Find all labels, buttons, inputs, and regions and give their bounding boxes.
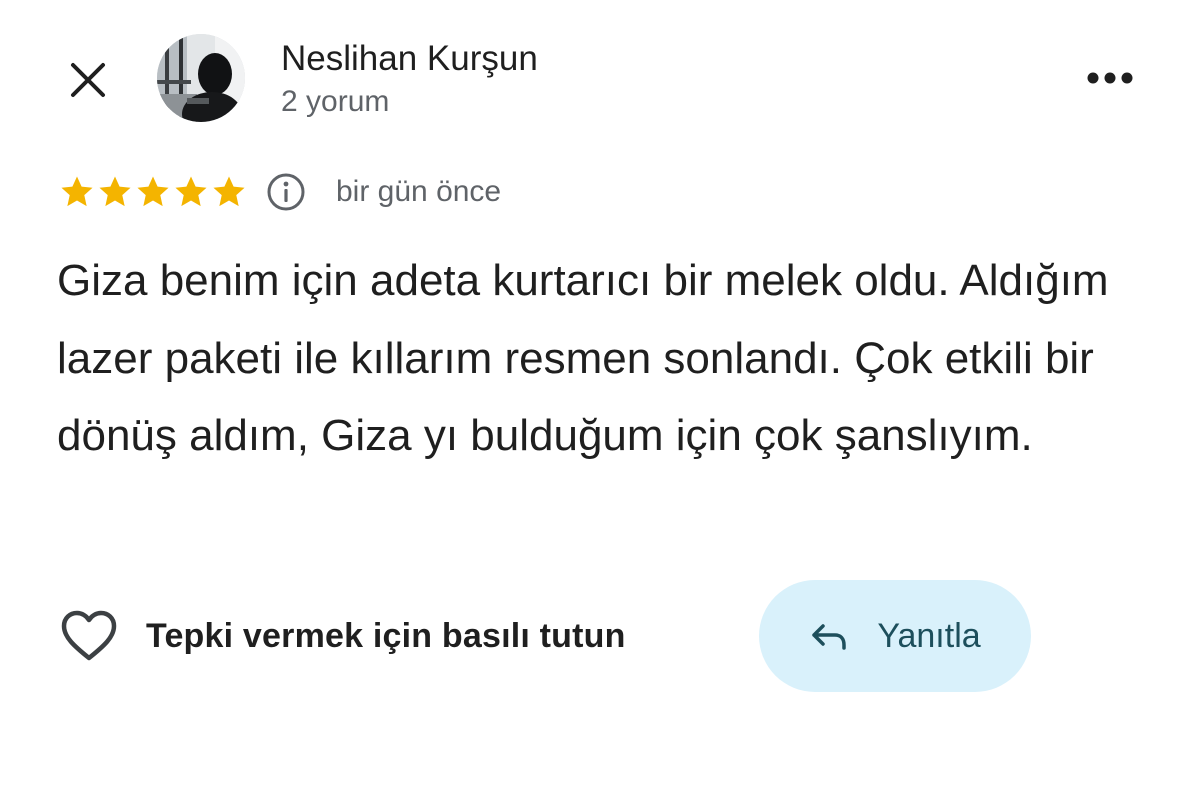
star-icon <box>99 176 131 207</box>
rating-row: bir gün önce <box>58 170 501 214</box>
star-icon <box>137 176 169 207</box>
star-icon <box>175 176 207 207</box>
avatar-photo <box>157 34 245 122</box>
avatar[interactable] <box>157 34 245 122</box>
more-horizontal-icon <box>1087 72 1133 84</box>
close-icon <box>71 63 105 97</box>
reply-arrow-icon <box>812 624 847 650</box>
react-hint-label: Tepki vermek için basılı tutun <box>146 617 626 655</box>
info-icon[interactable] <box>266 172 306 212</box>
reply-button[interactable]: Yanıtla <box>759 580 1031 692</box>
star-icon <box>61 176 93 207</box>
star-icon <box>213 176 245 207</box>
star-rating <box>58 173 248 211</box>
author-name[interactable]: Neslihan Kurşun <box>281 37 538 81</box>
react-button[interactable]: Tepki vermek için basılı tutun <box>60 608 626 664</box>
close-button[interactable] <box>62 54 114 106</box>
heart-icon <box>61 610 117 661</box>
review-text: Giza benim için adeta kurtarıcı bir mele… <box>57 256 1109 460</box>
more-options-button[interactable] <box>1080 56 1140 100</box>
author-review-count: 2 yorum <box>281 85 390 118</box>
review-date: bir gün önce <box>336 175 502 208</box>
reply-label: Yanıtla <box>877 617 981 655</box>
